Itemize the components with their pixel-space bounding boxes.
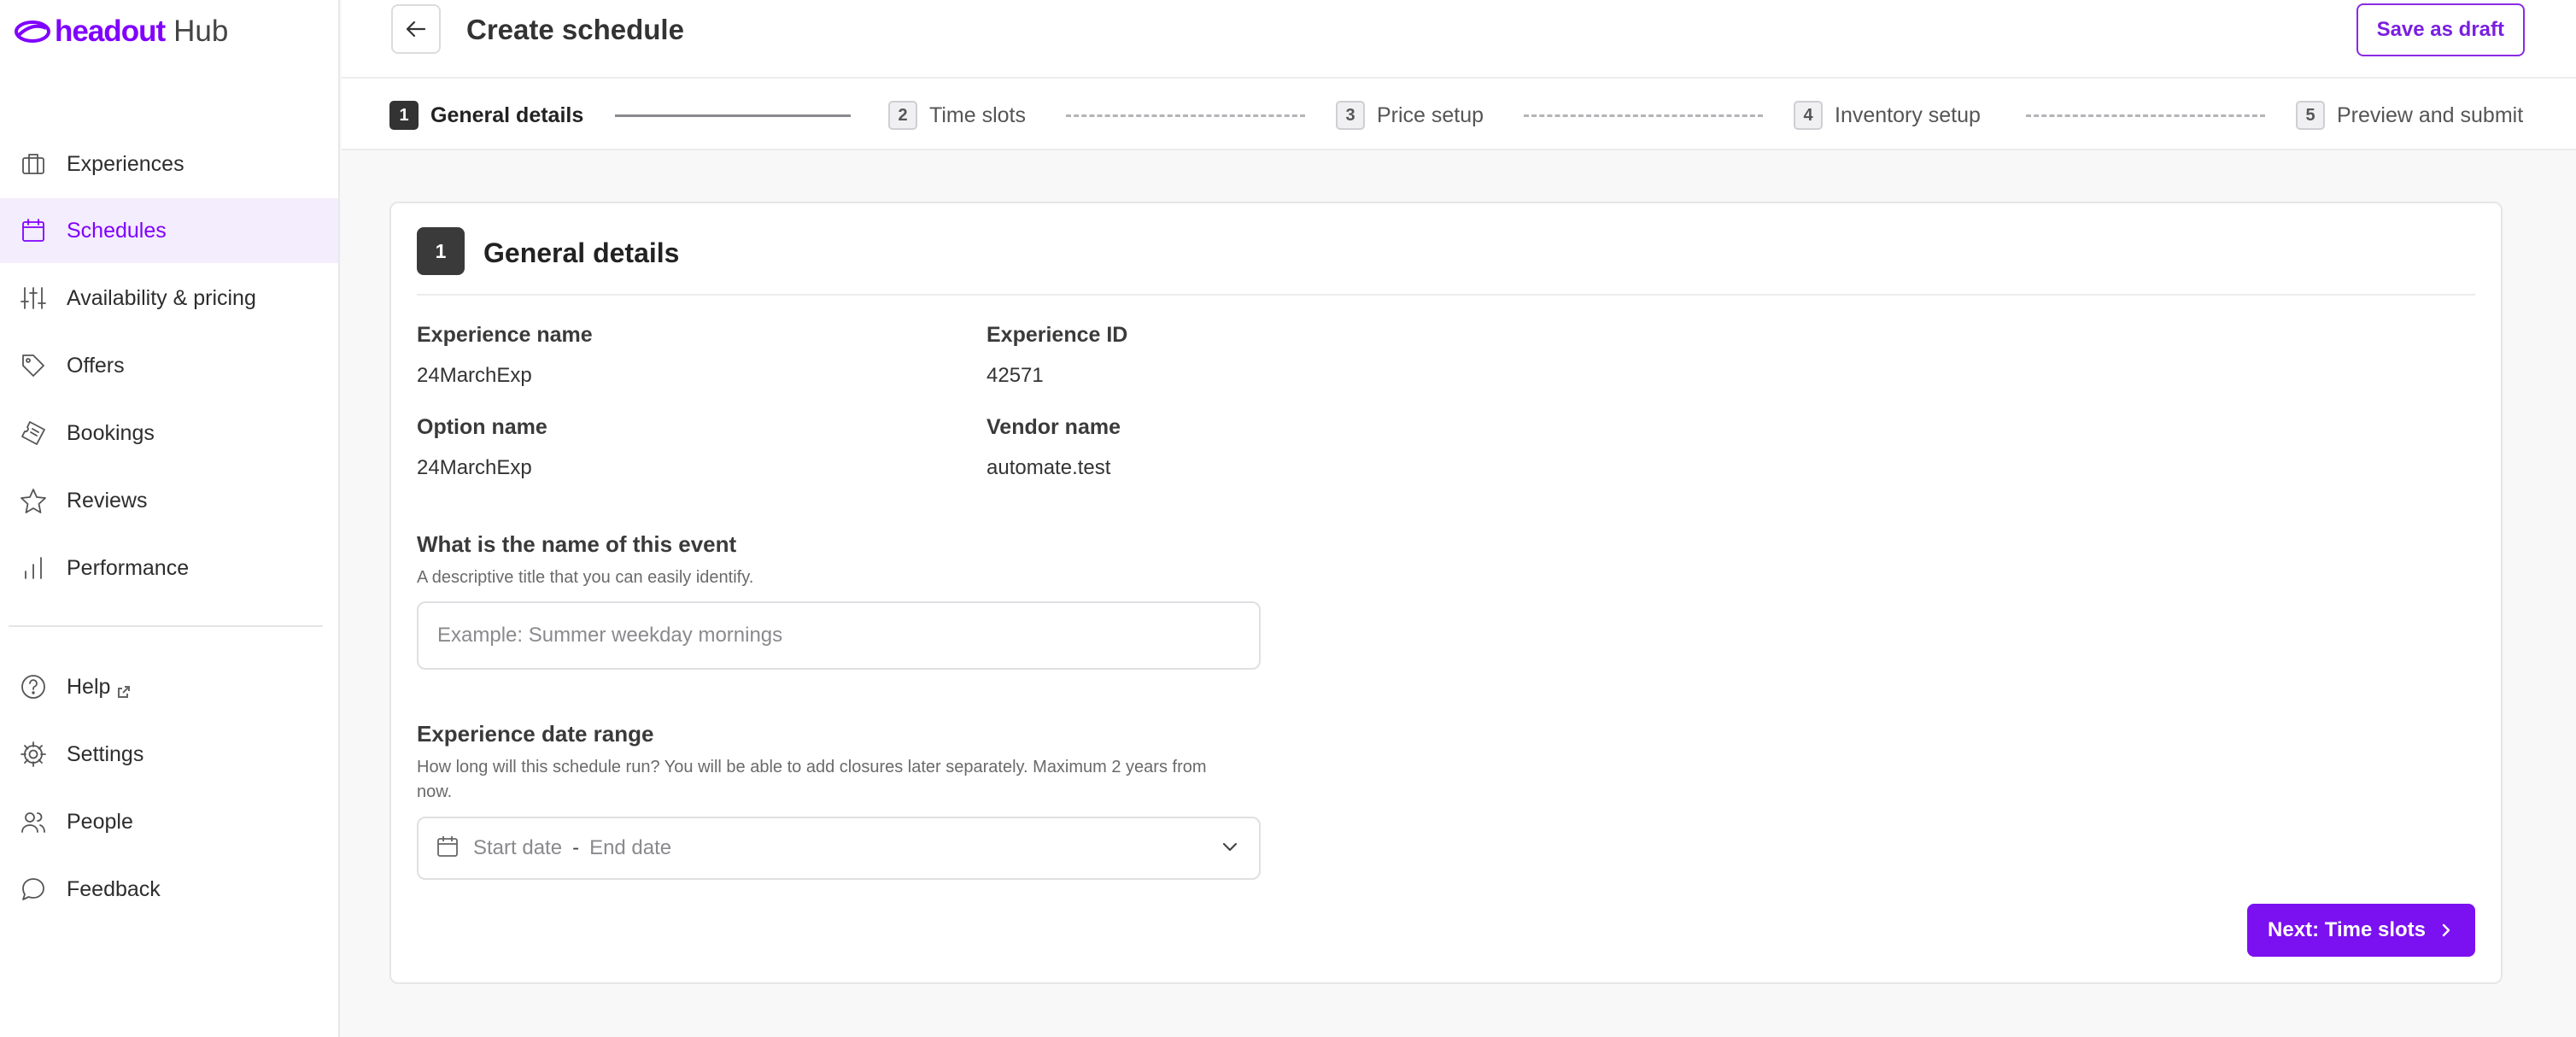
card-divider	[417, 294, 2475, 296]
briefcase-icon	[19, 149, 48, 179]
option-name-label: Option name	[417, 415, 547, 439]
sidebar-item-label: Performance	[67, 555, 190, 580]
step-label: Time slots	[929, 103, 1026, 127]
sidebar-item-label: Offers	[67, 353, 125, 378]
general-details-card: 1 General details Experience name 24Marc…	[389, 202, 2503, 984]
step-connector	[2026, 114, 2265, 117]
vendor-name-label: Vendor name	[986, 415, 1121, 439]
step-number: 4	[1794, 101, 1823, 130]
option-name-value: 24MarchExp	[417, 456, 532, 479]
bar-chart-icon	[19, 554, 48, 583]
brand-name: headout	[55, 15, 166, 48]
sidebar-item-label: Feedback	[67, 876, 161, 901]
sidebar-item-label: Settings	[67, 741, 144, 766]
back-button[interactable]	[391, 4, 441, 54]
step-number: 5	[2296, 101, 2325, 130]
ticket-icon	[19, 419, 48, 448]
tag-icon	[19, 351, 48, 380]
step-label: General details	[430, 103, 584, 127]
step-time-slots[interactable]: 2 Time slots	[888, 101, 1026, 130]
save-as-draft-button[interactable]: Save as draft	[2356, 3, 2525, 56]
sidebar-item-offers[interactable]: Offers	[0, 333, 338, 398]
date-range-picker[interactable]: Start date - End date	[417, 817, 1261, 880]
sidebar-item-feedback[interactable]: Feedback	[0, 857, 338, 922]
experience-name-value: 24MarchExp	[417, 364, 532, 387]
sidebar-item-label: Reviews	[67, 488, 148, 513]
step-inventory-setup[interactable]: 4 Inventory setup	[1794, 101, 1981, 130]
step-general-details[interactable]: 1 General details	[389, 101, 583, 130]
page-title: Create schedule	[466, 14, 684, 45]
chat-bubble-icon	[19, 875, 48, 904]
gear-icon	[19, 740, 48, 769]
sidebar-item-settings[interactable]: Settings	[0, 722, 338, 787]
sidebar-item-label: Bookings	[67, 420, 155, 445]
people-icon	[19, 807, 48, 836]
experience-id-value: 42571	[986, 364, 1044, 387]
chevron-right-icon	[2442, 923, 2450, 937]
step-label: Price setup	[1377, 103, 1484, 127]
event-name-input[interactable]	[417, 601, 1261, 670]
next-time-slots-button[interactable]: Next: Time slots	[2247, 904, 2475, 957]
page-header: Create schedule Save as draft	[342, 0, 2576, 79]
arrow-left-icon	[406, 21, 426, 38]
next-button-label: Next: Time slots	[2268, 918, 2426, 941]
calendar-icon	[19, 216, 48, 245]
experience-name-label: Experience name	[417, 323, 593, 347]
external-link-icon	[117, 680, 131, 698]
step-connector	[1524, 114, 1763, 117]
step-number: 2	[888, 101, 917, 130]
sidebar-item-label: Schedules	[67, 218, 167, 243]
product-name: Hub	[173, 15, 229, 48]
calendar-icon	[436, 835, 460, 863]
event-name-title: What is the name of this event	[417, 531, 737, 557]
step-connector	[615, 114, 851, 117]
sidebar-item-people[interactable]: People	[0, 789, 338, 854]
sidebar-item-label: Experiences	[67, 151, 184, 176]
sidebar-item-label: Help	[67, 674, 111, 699]
step-number: 3	[1336, 101, 1365, 130]
headout-logo-icon	[15, 21, 50, 43]
star-icon	[19, 486, 48, 515]
sidebar-item-experiences[interactable]: Experiences	[0, 132, 338, 196]
sidebar-item-reviews[interactable]: Reviews	[0, 468, 338, 533]
sidebar-item-label: People	[67, 809, 133, 834]
sidebar-item-bookings[interactable]: Bookings	[0, 401, 338, 466]
sidebar: headout Hub Experiences Schedules Availa…	[0, 0, 340, 1037]
date-separator: -	[572, 836, 580, 859]
sidebar-divider	[9, 625, 323, 627]
vendor-name-value: automate.test	[986, 456, 1111, 479]
step-label: Inventory setup	[1835, 103, 1981, 127]
step-price-setup[interactable]: 3 Price setup	[1336, 101, 1484, 130]
card-step-badge: 1	[417, 227, 465, 275]
step-number: 1	[389, 101, 419, 130]
date-range-title: Experience date range	[417, 721, 654, 747]
sliders-icon	[19, 284, 48, 313]
experience-id-label: Experience ID	[986, 323, 1128, 347]
chevron-down-icon[interactable]	[1218, 835, 1242, 863]
sidebar-item-label: Availability & pricing	[67, 285, 256, 310]
sidebar-item-help[interactable]: Help	[0, 654, 338, 719]
progress-stepper: 1 General details 2 Time slots 3 Price s…	[342, 79, 2576, 150]
date-range-hint: How long will this schedule run? You wil…	[417, 758, 1207, 801]
end-date-placeholder[interactable]: End date	[589, 836, 671, 860]
sidebar-item-schedules[interactable]: Schedules	[0, 198, 338, 263]
start-date-placeholder[interactable]: Start date	[473, 836, 562, 860]
sidebar-item-performance[interactable]: Performance	[0, 536, 338, 601]
sidebar-item-availability-pricing[interactable]: Availability & pricing	[0, 266, 338, 331]
step-preview-submit[interactable]: 5 Preview and submit	[2296, 101, 2523, 130]
event-name-hint: A descriptive title that you can easily …	[417, 568, 754, 587]
headout-hub-logo[interactable]: headout Hub	[14, 14, 228, 50]
help-circle-icon	[19, 672, 48, 701]
step-connector	[1066, 114, 1305, 117]
step-label: Preview and submit	[2337, 103, 2524, 127]
card-title: General details	[483, 237, 680, 268]
